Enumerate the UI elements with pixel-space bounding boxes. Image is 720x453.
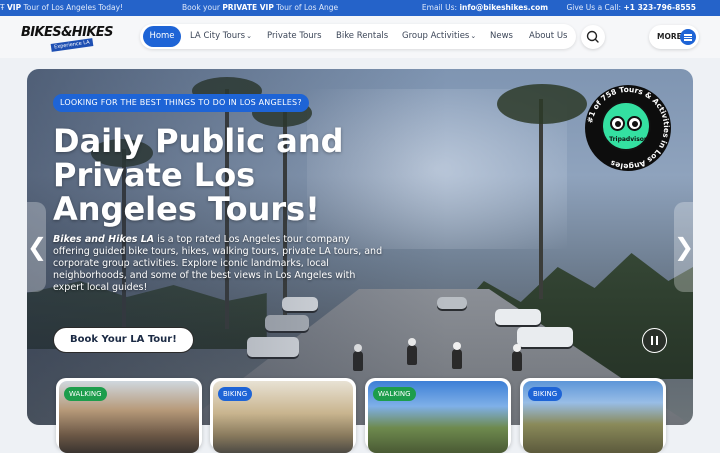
phone-contact[interactable]: Give Us a Call: +1 323-796-8555 (558, 3, 696, 12)
phone-label: Give Us a Call: (566, 3, 622, 12)
book-tour-button[interactable]: Book Your LA Tour! (53, 327, 194, 353)
announcement-ticker: Ŧ VIP Tour of Los Angeles Today! Book yo… (0, 0, 345, 16)
tour-card-image: BIKING (523, 381, 663, 453)
announcement-vip-text: Tour of Los Angeles Today! (21, 3, 124, 12)
more-label: MORE (657, 32, 682, 41)
hamburger-icon (680, 29, 696, 45)
announcement-bar: Ŧ VIP Tour of Los Angeles Today! Book yo… (0, 0, 720, 16)
nav-label: Group Activities (402, 31, 470, 41)
announcement-vip-bold: VIP (6, 3, 22, 12)
tour-cards: WALKING BIKING WALKING BIKING (0, 378, 720, 453)
tripadvisor-owl-icon: Tripadvisor (601, 101, 651, 151)
parked-car (495, 309, 541, 325)
palm-frond (497, 84, 587, 124)
tour-type-badge: WALKING (64, 387, 107, 401)
nav-item-home[interactable]: Home (143, 26, 181, 47)
site-logo[interactable]: BIKES&HIKES Experience LA (21, 25, 113, 52)
hero-headline: Daily Public and Private Los Angeles Tou… (53, 122, 344, 228)
chevron-left-icon: ❮ (27, 233, 48, 261)
slider-next-button[interactable]: ❯ (674, 202, 695, 292)
email-contact[interactable]: Email Us: info@bikeshikes.com (414, 3, 548, 12)
nav-item-news[interactable]: News (490, 24, 513, 49)
nav-label: LA City Tours (190, 31, 246, 41)
nav-item-private-tours[interactable]: Private Tours (267, 24, 322, 49)
chevron-down-icon: ⌄ (470, 32, 477, 40)
tripadvisor-badge[interactable]: #1 of 758 Tours & Activities in Los Ange… (583, 83, 673, 173)
tour-type-badge: WALKING (373, 387, 416, 401)
tour-type-badge: BIKING (218, 387, 253, 401)
announcement-private-bold: PRIVATE VIP (222, 3, 274, 12)
hero-eyebrow: LOOKING FOR THE BEST THINGS TO DO IN LOS… (53, 94, 309, 112)
palm-tree (539, 99, 543, 299)
cyclist (452, 342, 462, 369)
email-label: Email Us: (421, 3, 458, 12)
tour-type-badge: BIKING (528, 387, 563, 401)
badge-brand: Tripadvisor (609, 136, 647, 143)
phone-link[interactable]: +1 323-796-8555 (623, 3, 696, 12)
chevron-down-icon: ⌄ (246, 32, 252, 40)
hero-description: Bikes and Hikes LA is a top rated Los An… (53, 234, 383, 294)
slider-pause-button[interactable] (642, 328, 667, 353)
announcement-vip[interactable]: Ŧ VIP Tour of Los Angeles Today! (0, 0, 123, 16)
announcement-private-post: Tour of Los Ange (273, 3, 339, 12)
email-link[interactable]: info@bikeshikes.com (459, 3, 548, 12)
tour-card-image: WALKING (59, 381, 199, 453)
tour-card[interactable]: WALKING (56, 378, 202, 453)
nav-item-group-activities[interactable]: Group Activities⌄ (402, 24, 476, 49)
tour-card-image: WALKING (368, 381, 508, 453)
cyclist (512, 344, 522, 371)
tour-card-image: BIKING (213, 381, 353, 453)
nav-item-about-us[interactable]: About Us (529, 24, 567, 49)
slider-prev-button[interactable]: ❮ (27, 202, 48, 292)
search-icon (586, 30, 599, 43)
search-button[interactable] (581, 25, 605, 49)
parked-car (517, 327, 573, 347)
brand-name: Bikes and Hikes LA (53, 234, 155, 245)
tour-card[interactable]: BIKING (210, 378, 356, 453)
contact-info: Email Us: info@bikeshikes.com Give Us a … (406, 0, 696, 16)
announcement-private[interactable]: Book your PRIVATE VIP Tour of Los Ange (182, 0, 338, 16)
ticker-glyph: Ŧ (0, 3, 5, 12)
nav-item-bike-rentals[interactable]: Bike Rentals (336, 24, 388, 49)
nav-item-la-city-tours[interactable]: LA City Tours⌄ (190, 24, 252, 49)
logo-tagline: Experience LA (50, 38, 94, 52)
tour-card[interactable]: WALKING (365, 378, 511, 453)
announcement-private-pre: Book your (182, 3, 223, 12)
main-nav: Home LA City Tours⌄ Private Tours Bike R… (140, 24, 576, 49)
tour-card[interactable]: BIKING (520, 378, 666, 453)
logo-wordmark: BIKES&HIKES (21, 25, 113, 40)
more-menu-button[interactable]: MORE (649, 25, 699, 49)
chevron-right-icon: ❯ (674, 233, 695, 261)
